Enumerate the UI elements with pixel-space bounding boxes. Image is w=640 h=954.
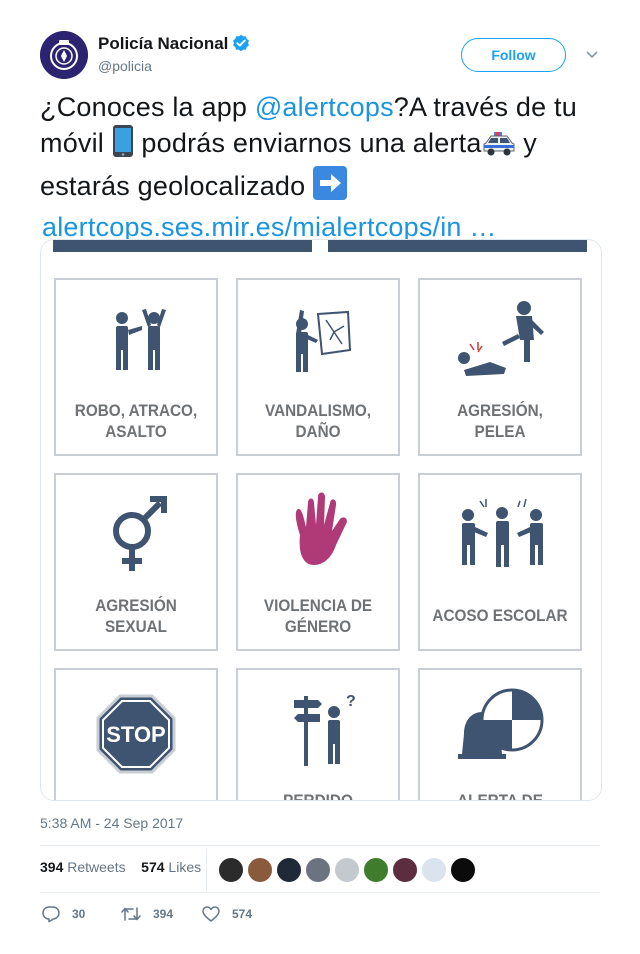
divider bbox=[40, 892, 600, 893]
account-name-text[interactable]: Policía Nacional bbox=[98, 34, 228, 53]
tile-perdido[interactable]: ? PERDIDO bbox=[236, 668, 400, 801]
liker-avatar[interactable] bbox=[247, 857, 273, 883]
tile-caption: VANDALISMO, DAÑO bbox=[246, 400, 390, 442]
tile-acoso-escolar[interactable]: ACOSO ESCOLAR bbox=[418, 473, 582, 651]
tile-agresion-pelea[interactable]: AGRESIÓN, PELEA bbox=[418, 278, 582, 456]
media-top-bar bbox=[53, 240, 312, 252]
avatar[interactable] bbox=[40, 31, 88, 79]
liker-avatar[interactable] bbox=[450, 857, 476, 883]
tile-caption-line: VANDALISMO, bbox=[265, 401, 371, 420]
mobile-phone-emoji-icon bbox=[112, 125, 134, 166]
tile-caption-line: ASALTO bbox=[105, 422, 167, 441]
tile-caption-line: GÉNERO bbox=[284, 617, 352, 636]
tile-caption-line: PERDIDO bbox=[283, 791, 353, 801]
stop-sign-icon: STOP bbox=[96, 694, 176, 774]
account-handle[interactable]: @policia bbox=[98, 58, 152, 74]
like-count: 574 bbox=[232, 907, 253, 921]
liker-avatar[interactable] bbox=[276, 857, 302, 883]
liker-avatar[interactable] bbox=[305, 857, 331, 883]
retweet-icon bbox=[121, 907, 141, 921]
tile-agresion-sexual[interactable]: AGRESIÓN SEXUAL bbox=[54, 473, 218, 651]
vandalism-icon bbox=[296, 310, 352, 372]
tile-caption: ACOSO ESCOLAR bbox=[428, 605, 572, 626]
follow-button[interactable]: Follow bbox=[461, 38, 566, 72]
tile-caption-line: ROBO, ATRACO, bbox=[74, 401, 198, 420]
reply-button[interactable]: 30 bbox=[42, 905, 85, 923]
tile-caption-line: AGRESIÓN, bbox=[457, 401, 543, 420]
tile-vandalismo[interactable]: VANDALISMO, DAÑO bbox=[236, 278, 400, 456]
tile-caption: AGRESIÓN, PELEA bbox=[428, 400, 572, 442]
tile-caption-line: VIOLENCIA DE bbox=[263, 596, 373, 615]
likes-count[interactable]: 574 bbox=[141, 859, 164, 875]
liker-avatar[interactable] bbox=[334, 857, 360, 883]
hand-icon bbox=[295, 492, 347, 565]
verified-badge-icon bbox=[232, 34, 250, 57]
tile-caption-line: PELEA bbox=[474, 422, 526, 441]
tile-caption-line: ACOSO ESCOLAR bbox=[432, 606, 568, 625]
gender-symbol-icon bbox=[113, 496, 167, 571]
divider bbox=[40, 845, 600, 846]
bullying-icon bbox=[462, 498, 543, 567]
right-arrow-emoji-icon bbox=[313, 166, 348, 209]
chevron-down-icon[interactable] bbox=[585, 47, 599, 61]
retweets-label[interactable]: Retweets bbox=[67, 859, 125, 875]
tile-caption-line: DAÑO bbox=[295, 422, 341, 441]
likes-label[interactable]: Likes bbox=[168, 859, 201, 875]
reply-icon bbox=[42, 906, 60, 923]
tweet-timestamp[interactable]: 5:38 AM - 24 Sep 2017 bbox=[40, 815, 183, 831]
police-badge-icon bbox=[40, 31, 88, 79]
tile-caption: ALERTA DE bbox=[428, 790, 572, 801]
fight-icon bbox=[458, 301, 544, 376]
tweet-text: ¿Conoces la app @alertcops?A través de t… bbox=[40, 90, 610, 245]
account-name[interactable]: Policía Nacional bbox=[98, 34, 250, 57]
liker-avatar[interactable] bbox=[392, 857, 418, 883]
like-button[interactable]: 574 bbox=[202, 905, 252, 923]
tile-alerta[interactable]: ALERTA DE bbox=[418, 668, 582, 801]
retweets-count[interactable]: 394 bbox=[40, 859, 63, 875]
tile-caption: PERDIDO bbox=[246, 790, 390, 801]
like-icon bbox=[202, 906, 220, 922]
retweet-button[interactable]: 394 bbox=[121, 905, 173, 923]
liker-avatar[interactable] bbox=[218, 857, 244, 883]
robbery-icon bbox=[116, 309, 166, 370]
question-mark-icon: ? bbox=[346, 693, 356, 710]
police-car-emoji-icon bbox=[482, 131, 516, 166]
lost-person-icon: ? bbox=[294, 693, 356, 766]
tile-caption-line: SEXUAL bbox=[104, 617, 168, 636]
tile-violencia-genero[interactable]: VIOLENCIA DE GÉNERO bbox=[236, 473, 400, 651]
tile-caption-line: ALERTA DE bbox=[457, 791, 543, 801]
tile-caption: VIOLENCIA DE GÉNERO bbox=[246, 595, 390, 637]
tweet-text-part: ¿Conoces la app bbox=[40, 92, 255, 122]
tweet-media-image[interactable]: ROBO, ATRACO, ASALTO VANDALISMO, DAÑO AGRE… bbox=[40, 239, 602, 801]
reply-count: 30 bbox=[72, 907, 86, 921]
liker-avatar[interactable] bbox=[363, 857, 389, 883]
engagement-stats: 394 Retweets 574 Likes bbox=[40, 859, 201, 875]
liker-avatar[interactable] bbox=[421, 857, 447, 883]
tweet-text-part: podrás enviarnos una alerta bbox=[133, 128, 482, 158]
alert-bell-icon bbox=[458, 688, 544, 759]
stats-divider bbox=[206, 849, 207, 891]
media-top-bar bbox=[328, 240, 587, 252]
stop-sign-text: STOP bbox=[106, 722, 166, 747]
tile-robo[interactable]: ROBO, ATRACO, ASALTO bbox=[54, 278, 218, 456]
retweet-count: 394 bbox=[153, 907, 174, 921]
tile-caption: AGRESIÓN SEXUAL bbox=[64, 595, 208, 637]
tile-stop[interactable]: STOP bbox=[54, 668, 218, 800]
tile-caption-line: AGRESIÓN bbox=[95, 596, 177, 615]
mention-link[interactable]: @alertcops bbox=[255, 92, 394, 122]
tile-caption: ROBO, ATRACO, ASALTO bbox=[64, 400, 208, 442]
